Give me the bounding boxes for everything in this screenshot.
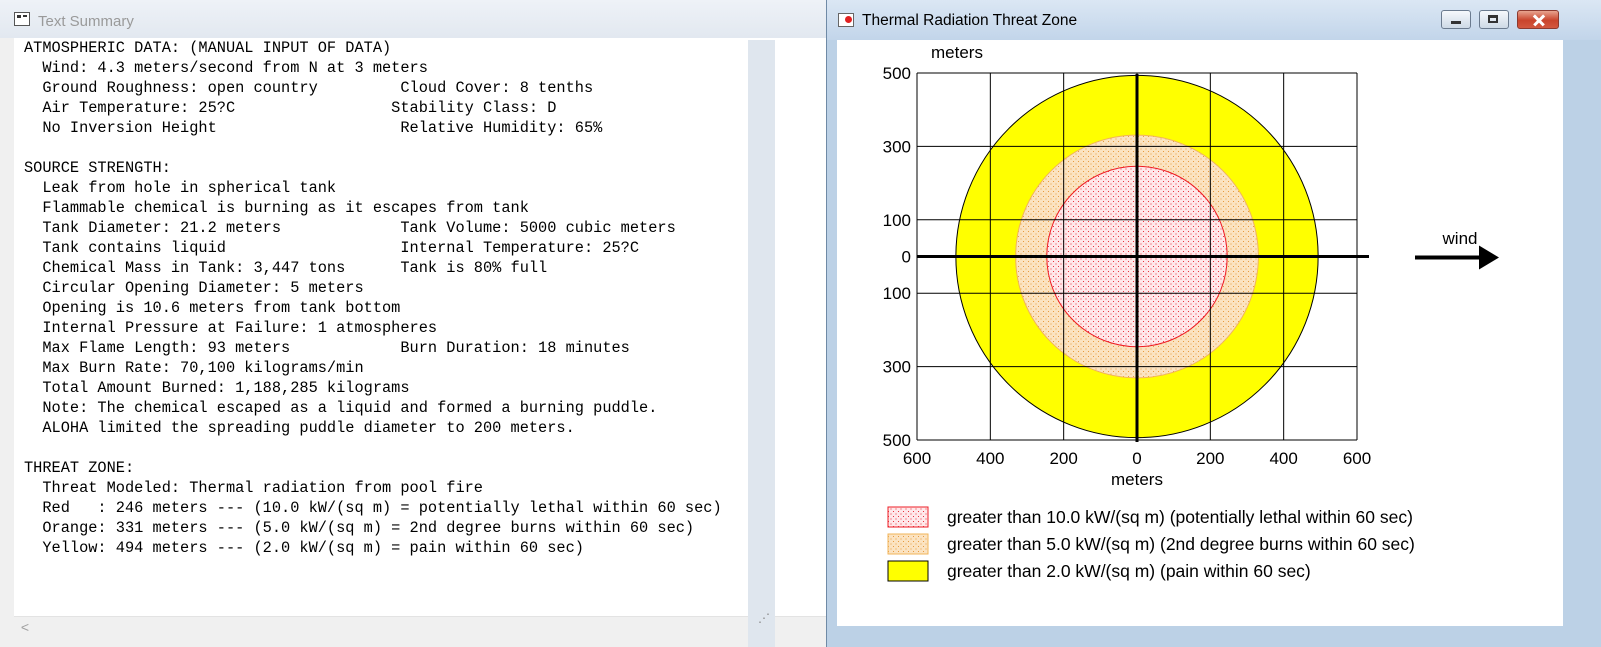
summary-line: Total Amount Burned: 1,188,285 kilograms (24, 379, 410, 397)
legend-swatch-red (887, 506, 929, 528)
threat-zone-client: 500 300 100 0 100 300 500 600 400 200 0 200 400 600 me… (837, 40, 1563, 626)
summary-line: Air Temperature: 25?C Stability Class: D (24, 99, 557, 117)
y-tick-label: 100 (883, 211, 911, 230)
x-tick-label: 0 (1132, 449, 1141, 468)
summary-line: Wind: 4.3 meters/second from N at 3 mete… (24, 59, 428, 77)
x-tick-label: 200 (1049, 449, 1077, 468)
summary-line: Max Flame Length: 93 meters Burn Duratio… (24, 339, 630, 357)
wind-label: wind (1442, 229, 1478, 248)
app-icon[interactable] (838, 13, 854, 27)
summary-line: Tank contains liquid Internal Temperatur… (24, 239, 640, 257)
legend-label-orange: greater than 5.0 kW/(sq m) (2nd degree b… (947, 534, 1415, 554)
threat-zone-chart: 5003001000100300500600 400 200 0 200 400 600me… (883, 43, 1499, 582)
y-axis-label: meters (931, 43, 983, 62)
summary-line: ALOHA limited the spreading puddle diame… (24, 419, 575, 437)
legend-label-yellow: greater than 2.0 kW/(sq m) (pain within … (947, 561, 1311, 581)
y-tick-label: 500 (883, 431, 911, 450)
close-button[interactable] (1517, 10, 1559, 29)
y-tick-label: 100 (883, 284, 911, 303)
x-axis-label: meters (1111, 470, 1163, 489)
resize-grip-icon[interactable]: ⋰ (758, 612, 770, 624)
summary-line: Ground Roughness: open country Cloud Cov… (24, 79, 594, 97)
threat-zone-titlebar[interactable]: Thermal Radiation Threat Zone (827, 0, 1601, 40)
summary-line: Orange: 331 meters --- (5.0 kW/(sq m) = … (24, 519, 695, 537)
text-summary-window: Text Summary ATMOSPHERIC DATA: (MANUAL I… (0, 0, 826, 647)
summary-line: Max Burn Rate: 70,100 kilograms/min (24, 359, 364, 377)
summary-line: Flammable chemical is burning as it esca… (24, 199, 529, 217)
summary-line: Leak from hole in spherical tank (24, 179, 337, 197)
summary-line: THREAT ZONE: (24, 459, 135, 477)
x-tick-label: 400 (976, 449, 1004, 468)
summary-line: Internal Pressure at Failure: 1 atmosphe… (24, 319, 438, 337)
x-tick-label: 600 (903, 449, 931, 468)
legend-swatch-yellow (887, 560, 929, 582)
x-tick-label: 600 (1343, 449, 1371, 468)
legend-label-red: greater than 10.0 kW/(sq m) (potentially… (947, 507, 1413, 527)
y-tick-label: 300 (883, 358, 911, 377)
window-title: Thermal Radiation Threat Zone (862, 12, 1078, 29)
scroll-left-button[interactable]: < (16, 617, 34, 637)
horizontal-scrollbar[interactable]: < (14, 616, 826, 637)
y-tick-label: 500 (883, 64, 911, 83)
maximize-button[interactable] (1479, 10, 1509, 29)
threat-zone-window: Thermal Radiation Threat Zone 500 300 100 0… (826, 0, 1601, 647)
summary-line: Chemical Mass in Tank: 3,447 tons Tank i… (24, 259, 548, 277)
legend-swatch-orange (887, 533, 929, 555)
x-tick-label: 400 (1269, 449, 1297, 468)
summary-line: ATMOSPHERIC DATA: (MANUAL INPUT OF DATA) (24, 39, 392, 57)
text-summary-body: ATMOSPHERIC DATA: (MANUAL INPUT OF DATA)… (14, 38, 826, 616)
x-tick-label: 200 (1196, 449, 1224, 468)
summary-line: SOURCE STRENGTH: (24, 159, 171, 177)
summary-line: Red : 246 meters --- (10.0 kW/(sq m) = p… (24, 499, 722, 517)
background-window-edge (748, 40, 775, 647)
summary-line: Threat Modeled: Thermal radiation from p… (24, 479, 483, 497)
y-tick-label: 300 (883, 137, 911, 156)
summary-line: Yellow: 494 meters --- (2.0 kW/(sq m) = … (24, 539, 584, 557)
y-tick-label: 0 (902, 248, 911, 267)
wind-arrow-head (1479, 245, 1499, 270)
summary-line: Note: The chemical escaped as a liquid a… (24, 399, 658, 417)
text-summary-titlebar[interactable]: Text Summary (0, 0, 826, 38)
summary-line: Opening is 10.6 meters from tank bottom (24, 299, 401, 317)
summary-line: Circular Opening Diameter: 5 meters (24, 279, 364, 297)
summary-line: No Inversion Height Relative Humidity: 6… (24, 119, 603, 137)
summary-line: Tank Diameter: 21.2 meters Tank Volume: … (24, 219, 676, 237)
window-icon[interactable] (14, 12, 30, 26)
minimize-button[interactable] (1441, 10, 1471, 29)
window-title: Text Summary (38, 13, 134, 30)
summary-text: ATMOSPHERIC DATA: (MANUAL INPUT OF DATA)… (14, 38, 826, 558)
